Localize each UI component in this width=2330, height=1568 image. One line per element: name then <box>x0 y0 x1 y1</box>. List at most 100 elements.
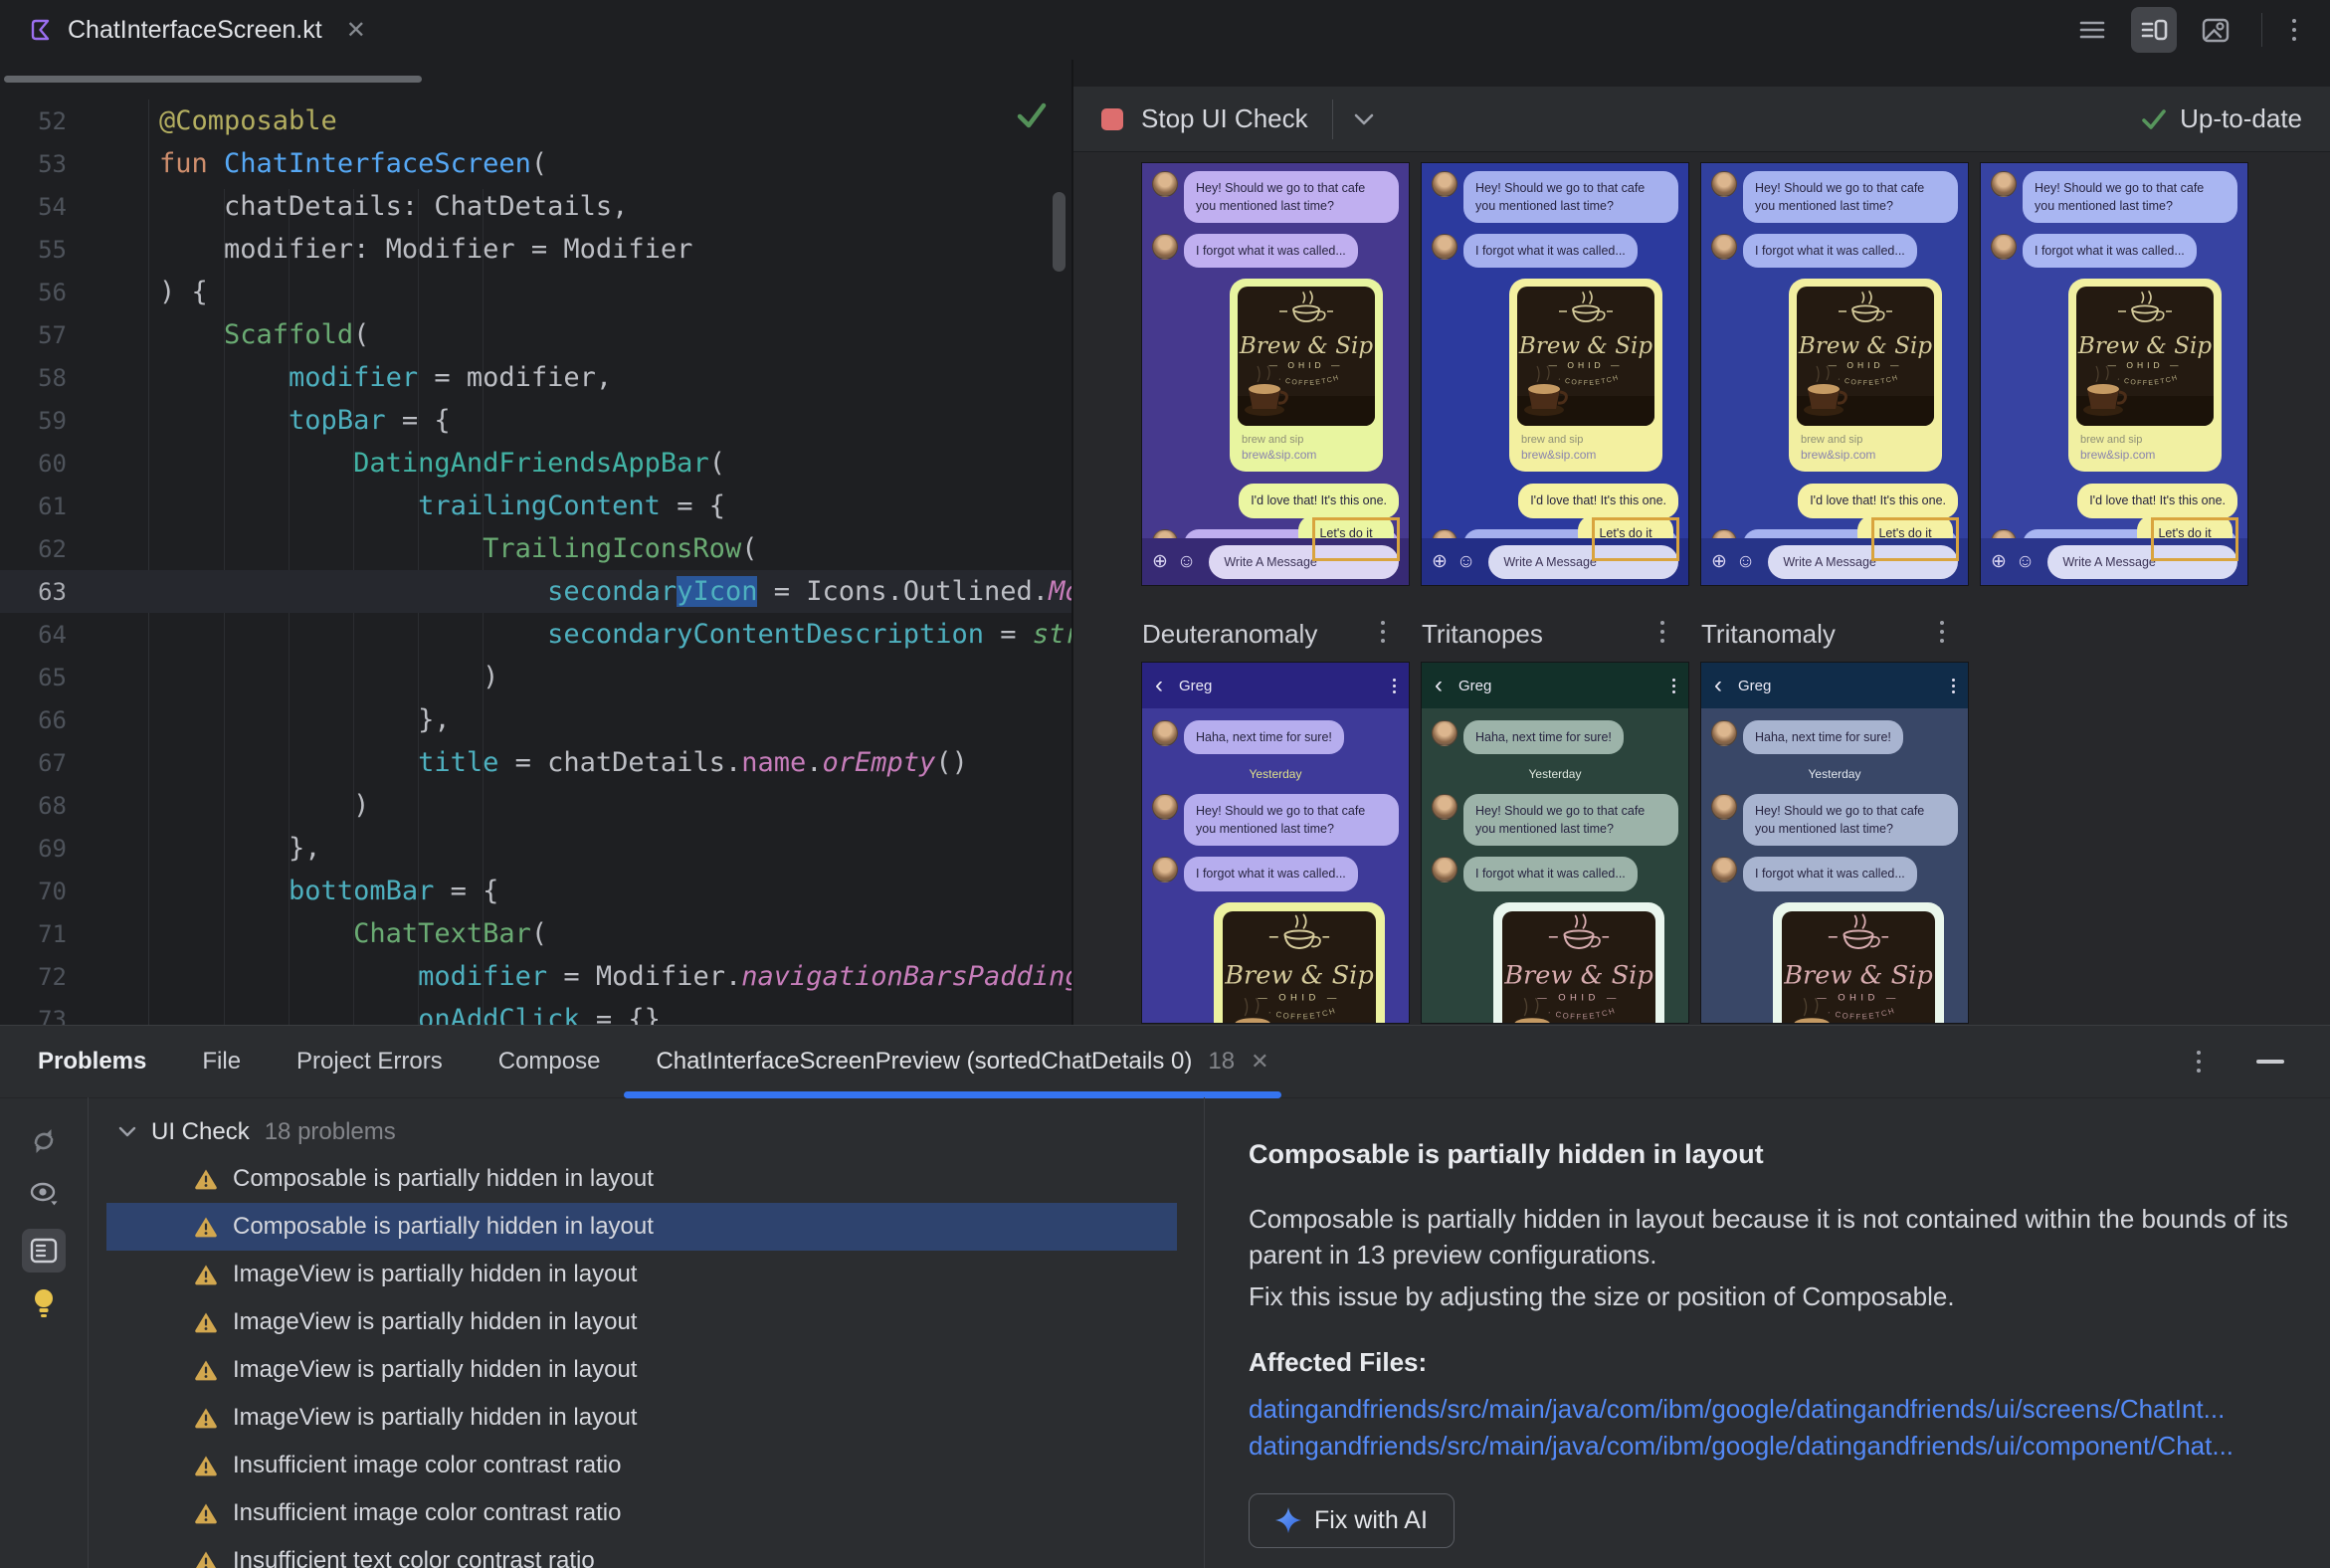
problem-item[interactable]: ImageView is partially hidden in layout <box>89 1346 1203 1394</box>
code-line[interactable]: 67 title = chatDetails.name.orEmpty() <box>0 741 1071 784</box>
problem-item[interactable]: ImageView is partially hidden in layout <box>89 1251 1203 1298</box>
code-text: secondaryIcon = Icons.Outlined.More <box>148 576 1071 607</box>
chat-menu-icon[interactable] <box>1952 678 1955 693</box>
chat-menu-icon[interactable] <box>1672 678 1675 693</box>
problem-item[interactable]: Composable is partially hidden in layout <box>89 1203 1203 1251</box>
code-line[interactable]: 55 modifier: Modifier = Modifier <box>0 228 1071 271</box>
preview-options-icon[interactable] <box>1381 621 1385 643</box>
code-text: TrailingIconsRow( <box>148 533 757 564</box>
details-view-icon[interactable] <box>22 1229 66 1273</box>
preview-filter-eye-icon[interactable] <box>28 1179 60 1211</box>
preview-canvas[interactable]: Hey! Should we go to that cafe you menti… <box>1073 153 2330 1025</box>
problem-item[interactable]: Insufficient image color contrast ratio <box>89 1442 1203 1489</box>
emoji-icon[interactable]: ☺ <box>1177 552 1196 571</box>
chat-screen-preview[interactable]: ‹ Greg Haha, next time for sure! Yesterday H… <box>1422 663 1688 1023</box>
code-line[interactable]: 57 Scaffold( <box>0 313 1071 356</box>
code-line[interactable]: 58 modifier = modifier, <box>0 356 1071 399</box>
chat-menu-icon[interactable] <box>1393 678 1396 693</box>
divider <box>1331 98 1333 139</box>
chat-bubble-incoming: Hey! Should we go to that cafe you menti… <box>1463 171 1678 224</box>
split-view-icon[interactable] <box>2131 7 2177 53</box>
panel-options-icon[interactable] <box>2197 1051 2201 1073</box>
affected-file-link[interactable]: datingandfriends/src/main/java/com/ibm/g… <box>1249 1431 2300 1462</box>
design-view-icon[interactable] <box>2200 14 2232 46</box>
tab-file[interactable]: File <box>202 1048 241 1075</box>
code-line[interactable]: 53 fun ChatInterfaceScreen( <box>0 142 1071 185</box>
code-line[interactable]: 60 DatingAndFriendsAppBar( <box>0 442 1071 485</box>
tab-compose[interactable]: Compose <box>498 1048 601 1075</box>
chat-screen-preview[interactable]: ‹ Greg Haha, next time for sure! Yesterday H… <box>1701 663 1968 1023</box>
code-line[interactable]: 65 ) <box>0 656 1071 698</box>
tab-scroll-indicator[interactable] <box>4 76 422 83</box>
problem-item[interactable]: Insufficient image color contrast ratio <box>89 1489 1203 1537</box>
emoji-icon[interactable]: ☺ <box>1456 552 1475 571</box>
fix-with-ai-button[interactable]: Fix with AI <box>1249 1492 1455 1548</box>
code-line[interactable]: 64 secondaryContentDescription = strin <box>0 613 1071 656</box>
problems-group-header[interactable]: UI Check 18 problems <box>89 1109 1203 1155</box>
file-tab[interactable]: ChatInterfaceScreen.kt ✕ <box>0 0 388 60</box>
code-line[interactable]: 70 bottomBar = { <box>0 870 1071 912</box>
code-line[interactable]: 72 modifier = Modifier.navigationBarsPad… <box>0 955 1071 998</box>
code-token: ( <box>708 448 725 479</box>
code-line[interactable]: 69 }, <box>0 827 1071 870</box>
lightbulb-icon[interactable] <box>29 1286 59 1320</box>
chat-screen-preview[interactable]: Hey! Should we go to that cafe you menti… <box>1701 163 1968 585</box>
brew-and-sip-image: Brew & Sip— OHID —· COFFEETCHSIDY · <box>2076 287 2214 427</box>
chat-bubble-incoming: Hey! Should we go to that cafe you menti… <box>1184 794 1399 847</box>
code-line[interactable]: 62 TrailingIconsRow( <box>0 527 1071 570</box>
code-line[interactable]: 59 topBar = { <box>0 399 1071 442</box>
affected-file-link[interactable]: datingandfriends/src/main/java/com/ibm/g… <box>1249 1394 2300 1425</box>
chevron-down-icon[interactable] <box>118 1126 136 1138</box>
preview-options-icon[interactable] <box>1660 621 1664 643</box>
add-icon[interactable]: ⊕ <box>1432 552 1448 571</box>
svg-text:Brew & Sip: Brew & Sip <box>1518 333 1652 359</box>
editor-scrollbar[interactable] <box>1053 192 1066 272</box>
chevron-down-icon[interactable] <box>1353 112 1375 126</box>
code-line[interactable]: 56) { <box>0 271 1071 313</box>
avatar <box>1152 720 1178 746</box>
code-line[interactable]: 61 trailingContent = { <box>0 485 1071 527</box>
problem-item[interactable]: ImageView is partially hidden in layout <box>89 1394 1203 1442</box>
refresh-icon[interactable] <box>28 1125 60 1157</box>
inspections-ok-icon[interactable] <box>1016 101 1048 129</box>
problem-description: Composable is partially hidden in layout… <box>1249 1204 2288 1270</box>
back-icon[interactable]: ‹ <box>1435 674 1443 697</box>
code-line[interactable]: 63 secondaryIcon = Icons.Outlined.More <box>0 570 1071 613</box>
more-options-icon[interactable] <box>2292 19 2296 41</box>
emoji-icon[interactable]: ☺ <box>1736 552 1755 571</box>
close-tab-icon[interactable]: ✕ <box>1251 1049 1268 1075</box>
code-line[interactable]: 73 onAddClick = {} <box>0 998 1071 1025</box>
close-tab-icon[interactable]: ✕ <box>346 16 366 45</box>
stop-icon[interactable] <box>1101 107 1123 130</box>
hide-panel-icon[interactable] <box>2256 1060 2284 1064</box>
add-icon[interactable]: ⊕ <box>1152 552 1168 571</box>
code-line[interactable]: 71 ChatTextBar( <box>0 912 1071 955</box>
problems-tree: UI Check 18 problems Composable is parti… <box>89 1097 1203 1568</box>
back-icon[interactable]: ‹ <box>1155 674 1163 697</box>
code-token: ) <box>159 662 499 692</box>
code-editor[interactable]: 52 @Composable 53 fun ChatInterfaceScreen(5… <box>0 60 1071 1025</box>
chat-screen-preview[interactable]: Hey! Should we go to that cafe you menti… <box>1981 163 2247 585</box>
back-icon[interactable]: ‹ <box>1714 674 1722 697</box>
add-icon[interactable]: ⊕ <box>1711 552 1727 571</box>
problems-panel-title[interactable]: Problems <box>38 1048 146 1076</box>
code-line[interactable]: 54 chatDetails: ChatDetails, <box>0 185 1071 228</box>
preview-options-icon[interactable] <box>1940 621 1944 643</box>
code-line[interactable]: 68 ) <box>0 784 1071 827</box>
stop-ui-check-button[interactable]: Stop UI Check <box>1141 103 1308 134</box>
problem-item[interactable]: Insufficient text color contrast ratio <box>89 1537 1203 1568</box>
code-line[interactable]: 52 @Composable <box>0 99 1071 142</box>
problem-item[interactable]: ImageView is partially hidden in layout <box>89 1298 1203 1346</box>
chat-screen-preview[interactable]: Hey! Should we go to that cafe you menti… <box>1422 163 1688 585</box>
add-icon[interactable]: ⊕ <box>1991 552 2007 571</box>
tab-uicheck-preview[interactable]: ChatInterfaceScreenPreview (sortedChatDe… <box>624 1026 1281 1098</box>
tab-project-errors[interactable]: Project Errors <box>296 1048 443 1075</box>
chat-screen-preview[interactable]: Hey! Should we go to that cafe you menti… <box>1142 163 1409 585</box>
problem-item[interactable]: Composable is partially hidden in layout <box>89 1155 1203 1203</box>
code-line[interactable]: 66 }, <box>0 698 1071 741</box>
brew-and-sip-image: Brew & Sip— OHID —· COFFEETCHSIDY · <box>1223 911 1376 1023</box>
code-view-icon[interactable] <box>2076 14 2108 46</box>
chat-screen-preview[interactable]: ‹ Greg Haha, next time for sure! Yesterday H… <box>1142 663 1409 1023</box>
emoji-icon[interactable]: ☺ <box>2016 552 2035 571</box>
problem-fix-hint: Fix this issue by adjusting the size or … <box>1249 1280 1955 1311</box>
